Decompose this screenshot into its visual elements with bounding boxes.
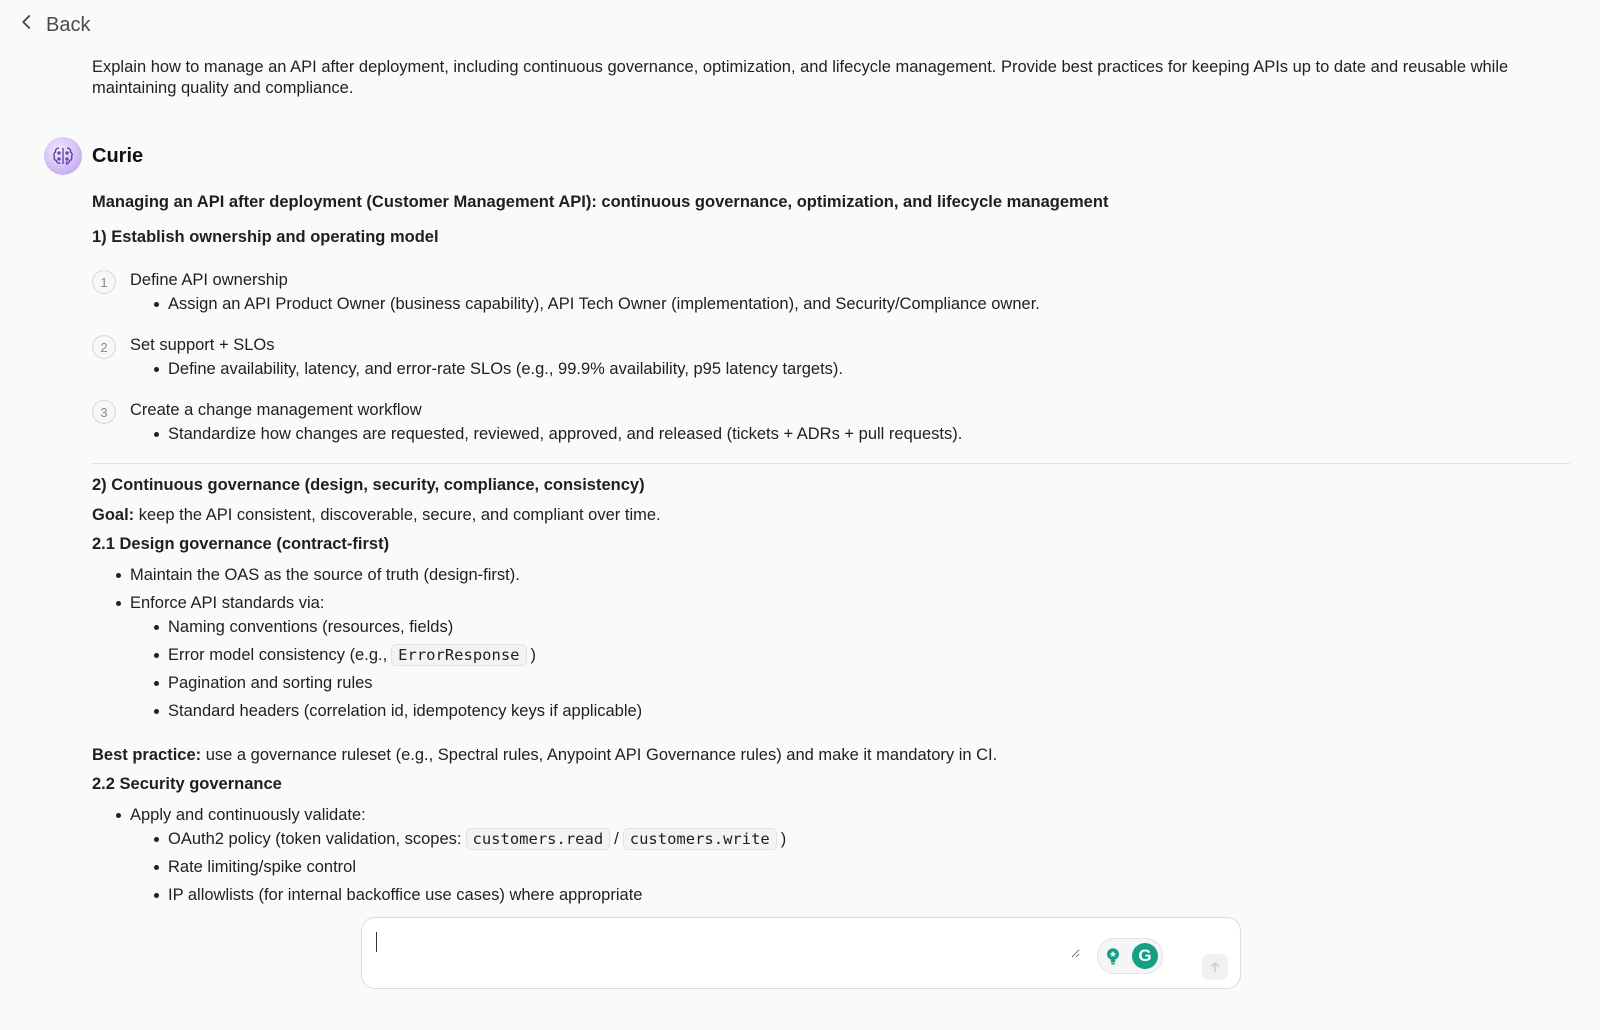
assistant-name: Curie [92,144,144,167]
list-item-text: Error model consistency (e.g., [168,646,388,664]
chevron-left-icon [18,13,36,37]
send-button[interactable] [1202,954,1228,980]
list-item-text: / [614,830,619,848]
step-bullet: Assign an API Product Owner (business ca… [130,292,1570,316]
top-bar: Back [0,0,1600,50]
section1-heading: 1) Establish ownership and operating mod… [92,228,439,246]
step-item: 2 Set support + SLOs Define availability… [92,333,1570,381]
design-governance-list: Maintain the OAS as the source of truth … [92,563,1570,723]
step-title: Define API ownership [130,271,288,289]
inline-code: customers.write [622,828,777,850]
section-divider [92,463,1570,464]
lightbulb-icon[interactable] [1102,945,1124,967]
list-item: Apply and continuously validate: OAuth2 … [92,803,1570,907]
list-item-text: Enforce API standards via: [130,594,325,612]
list-item-text: (design-first). [418,566,520,584]
svg-text:C: C [66,161,70,167]
step-item: 1 Define API ownership Assign an API Pro… [92,268,1570,316]
list-item-text: OAuth2 policy (token validation, scopes: [168,830,462,848]
back-button[interactable]: Back [18,13,90,37]
step-title: Create a change management workflow [130,401,422,419]
back-label: Back [46,13,91,36]
assistant-message: Managing an API after deployment (Custom… [92,191,1570,907]
list-item: IP allowlists (for internal backoffice u… [130,883,1570,907]
best-practice-text: use a governance ruleset (e.g., Spectral… [201,746,998,764]
list-item-text: Maintain the OAS as the [130,566,314,584]
step-bullet: Standardize how changes are requested, r… [130,422,1570,446]
list-item-emphasis: source of truth [313,566,419,584]
writing-assistant-widget[interactable]: G [1097,938,1163,974]
assistant-avatar: C [44,137,82,175]
step-number: 3 [92,400,116,424]
list-item: Rate limiting/spike control [130,855,1570,879]
list-item-text: ) [530,646,537,664]
list-item: Error model consistency (e.g., ErrorRespo… [130,643,1570,667]
step-title: Set support + SLOs [130,336,275,354]
inline-code: customers.read [465,828,611,850]
message-composer: G [361,917,1241,989]
user-message: Explain how to manage an API after deplo… [92,58,1509,97]
section2-heading: 2) Continuous governance (design, securi… [92,476,645,494]
standards-list: Naming conventions (resources, fields) E… [130,615,1570,723]
arrow-up-icon [1210,962,1220,973]
best-practice-label: Best practice: [92,746,202,764]
goal-text: keep the API consistent, discoverable, s… [134,506,661,524]
list-item: Enforce API standards via: Naming conven… [92,591,1570,723]
conversation-scroll-area[interactable]: Explain how to manage an API after deplo… [0,50,1600,916]
list-item: OAuth2 policy (token validation, scopes:… [130,827,1570,851]
security-governance-list: Apply and continuously validate: OAuth2 … [92,803,1570,907]
response-title: Managing an API after deployment (Custom… [92,193,1109,211]
grammarly-icon[interactable]: G [1132,943,1158,969]
security-sub-list: OAuth2 policy (token validation, scopes:… [130,827,1570,907]
list-item: Naming conventions (resources, fields) [130,615,1570,639]
best-practice-paragraph: Best practice: use a governance ruleset … [92,743,1570,767]
step-item: 3 Create a change management workflow St… [92,398,1570,446]
message-input[interactable] [376,930,1080,958]
goal-paragraph: Goal: keep the API consistent, discovera… [92,503,1570,527]
step-bullet: Define availability, latency, and error-… [130,357,1570,381]
step-number: 2 [92,335,116,359]
brain-icon: C [53,147,73,167]
subsection-heading-2-2: 2.2 Security governance [92,775,282,793]
goal-label: Goal: [92,506,135,524]
list-item-text: ) [780,830,787,848]
step-number: 1 [92,270,116,294]
assistant-header: C Curie [44,137,1570,175]
text-caret [376,932,377,952]
inline-code: ErrorResponse [391,644,527,666]
steps-list: 1 Define API ownership Assign an API Pro… [92,268,1570,446]
list-item-text: Apply and continuously validate: [130,806,366,824]
list-item: Maintain the OAS as the source of truth … [92,563,1570,587]
list-item: Pagination and sorting rules [130,671,1570,695]
subsection-heading-2-1: 2.1 Design governance (contract-first) [92,535,390,553]
list-item: Standard headers (correlation id, idempo… [130,699,1570,723]
